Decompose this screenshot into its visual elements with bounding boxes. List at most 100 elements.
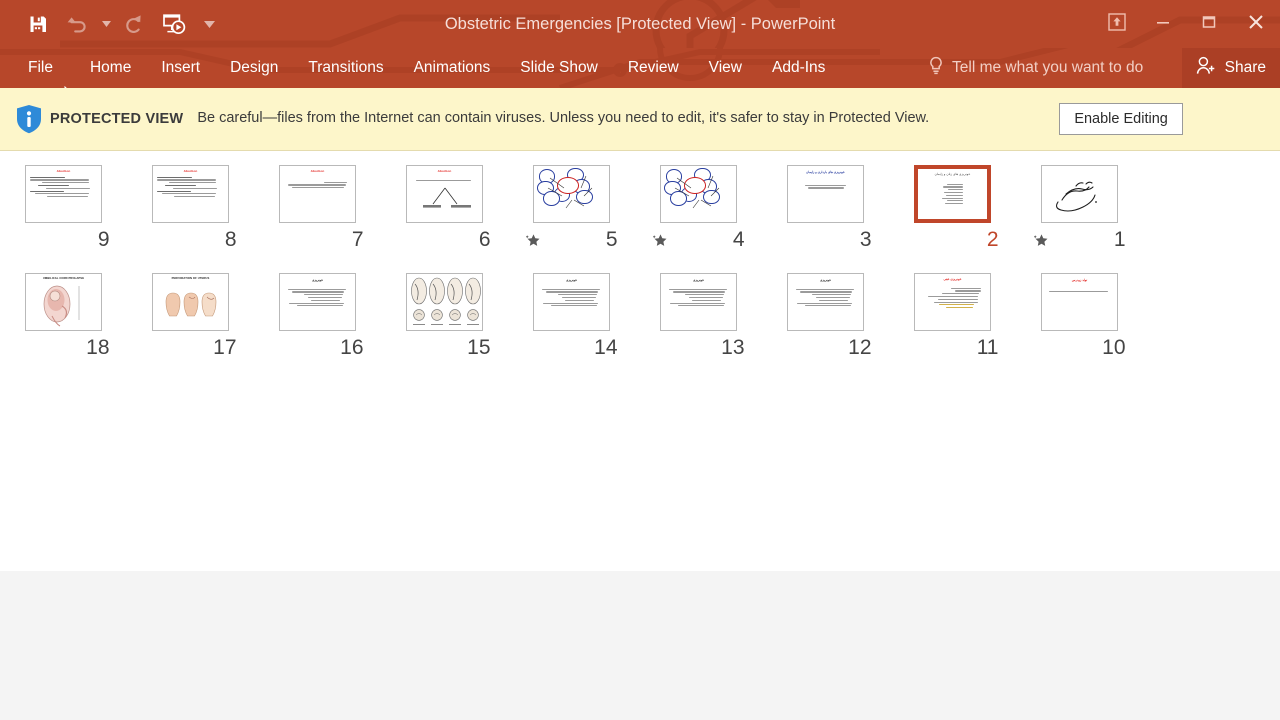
enable-editing-button[interactable]: Enable Editing [1059, 103, 1183, 135]
save-button[interactable] [18, 5, 58, 43]
slide-thumb-image-8[interactable]: Abortion [152, 165, 229, 223]
window-controls[interactable] [1094, 0, 1280, 44]
lightbulb-icon [928, 56, 944, 80]
slide-thumb-image-1[interactable] [1041, 165, 1118, 223]
share-button[interactable]: Share [1181, 48, 1280, 88]
tab-slide-show[interactable]: Slide Show [505, 48, 613, 88]
slide-number: 18 [86, 336, 110, 359]
slide-thumb-image-9[interactable]: Abortion [25, 165, 102, 223]
slide-thumb-image-13[interactable]: خونریزی [660, 273, 737, 331]
slide-number: 12 [848, 336, 872, 359]
slide-caption-11: 11 [905, 331, 1001, 365]
slide-thumbnail-3[interactable]: خونریزی های بارداری و زایمان 3 [762, 165, 889, 257]
slide-thumb-image-17[interactable]: PERFORATION OF UTERUS [152, 273, 229, 331]
redo-button[interactable] [114, 5, 154, 43]
slide-thumbnail-15[interactable]: 15 [381, 273, 508, 365]
slide-thumbnail-13[interactable]: خونریزی 13 [635, 273, 762, 365]
person-add-icon [1196, 56, 1216, 80]
undo-button[interactable] [58, 5, 98, 43]
slide-number: 4 [732, 228, 745, 251]
slide-thumbnail-2[interactable]: خونریزی های زنان و زایمان 2 [889, 165, 1016, 257]
protected-view-label: PROTECTED VIEW [50, 111, 184, 127]
slide-thumb-image-4[interactable] [660, 165, 737, 223]
slide-thumbnail-1[interactable]: 1 [1016, 165, 1143, 257]
slide-thumbnail-12[interactable]: خونریزی 12 [762, 273, 889, 365]
slide-thumbnail-8[interactable]: Abortion 8 [127, 165, 254, 257]
slide-number: 7 [351, 228, 364, 251]
slide-thumb-image-2[interactable]: خونریزی های زنان و زایمان [914, 165, 991, 223]
quick-access-toolbar[interactable] [0, 0, 224, 48]
slide-number: 15 [467, 336, 491, 359]
customize-qat-button[interactable] [194, 5, 224, 43]
close-button[interactable] [1232, 0, 1280, 44]
slide-thumb-image-11[interactable]: خونریزی خفی [914, 273, 991, 331]
start-slideshow-button[interactable] [154, 5, 194, 43]
slide-thumbnail-9[interactable]: Abortion 9 [0, 165, 127, 257]
slide-number: 10 [1102, 336, 1126, 359]
ribbon-display-options-button[interactable] [1094, 0, 1140, 44]
slide-thumb-image-16[interactable]: خونریزی [279, 273, 356, 331]
tab-view[interactable]: View [694, 48, 757, 88]
share-label: Share [1224, 59, 1266, 76]
slide-row: Abortion 9 Abortion 8 Abortion 7 Abortio… [0, 165, 1280, 273]
slide-thumb-image-12[interactable]: خونریزی [787, 273, 864, 331]
sorter-empty-area [0, 571, 1280, 696]
slide-thumb-image-18[interactable]: UMBILICAL CORD PROLAPSE [25, 273, 102, 331]
ribbon-tab-bar: File Home Insert Design Transitions Anim… [0, 48, 1280, 88]
tab-animations[interactable]: Animations [399, 48, 506, 88]
tab-home[interactable]: Home [75, 48, 146, 88]
slide-thumbnail-10[interactable]: تولد زودرس 10 [1016, 273, 1143, 365]
slide-caption-1: 1 [1032, 223, 1128, 257]
slide-number: 3 [859, 228, 872, 251]
slide-caption-16: 16 [270, 331, 366, 365]
tab-file[interactable]: File [0, 48, 75, 88]
slide-thumbnail-18[interactable]: UMBILICAL CORD PROLAPSE 18 [0, 273, 127, 365]
maximize-button[interactable] [1186, 0, 1232, 44]
tell-me-search[interactable]: Tell me what you want to do [928, 48, 1186, 88]
slide-thumbnail-16[interactable]: خونریزی 16 [254, 273, 381, 365]
slide-caption-8: 8 [143, 223, 239, 257]
slide-number: 5 [605, 228, 618, 251]
tab-add-ins[interactable]: Add-Ins [757, 48, 840, 88]
slide-thumbnail-14[interactable]: خونریزی 14 [508, 273, 635, 365]
slide-caption-12: 12 [778, 331, 874, 365]
slide-caption-18: 18 [16, 331, 112, 365]
slide-caption-3: 3 [778, 223, 874, 257]
slide-thumbnail-17[interactable]: PERFORATION OF UTERUS 17 [127, 273, 254, 365]
slide-caption-9: 9 [16, 223, 112, 257]
tell-me-placeholder: Tell me what you want to do [952, 59, 1144, 76]
tab-insert[interactable]: Insert [146, 48, 215, 88]
minimize-button[interactable] [1140, 0, 1186, 44]
slide-caption-2: 2 [905, 223, 1001, 257]
title-bar: Obstetric Emergencies [Protected View] -… [0, 0, 1280, 48]
tab-transitions[interactable]: Transitions [293, 48, 398, 88]
slide-number: 11 [976, 336, 999, 359]
slide-number: 1 [1113, 228, 1126, 251]
slide-caption-10: 10 [1032, 331, 1128, 365]
animation-star-icon [652, 233, 668, 248]
slide-thumbnail-7[interactable]: Abortion 7 [254, 165, 381, 257]
tab-review[interactable]: Review [613, 48, 694, 88]
slide-number: 6 [478, 228, 491, 251]
slide-thumb-image-7[interactable]: Abortion [279, 165, 356, 223]
slide-thumbnail-11[interactable]: خونریزی خفی 11 [889, 273, 1016, 365]
slide-thumb-image-3[interactable]: خونریزی های بارداری و زایمان [787, 165, 864, 223]
slide-thumbnail-4[interactable]: 4 [635, 165, 762, 257]
slide-caption-4: 4 [651, 223, 747, 257]
slide-caption-7: 7 [270, 223, 366, 257]
slide-thumb-image-5[interactable] [533, 165, 610, 223]
slide-number: 9 [97, 228, 110, 251]
slide-thumb-image-6[interactable]: Abortion [406, 165, 483, 223]
slide-grid: Abortion 9 Abortion 8 Abortion 7 Abortio… [0, 151, 1280, 381]
slide-thumb-image-14[interactable]: خونریزی [533, 273, 610, 331]
slide-thumbnail-6[interactable]: Abortion 6 [381, 165, 508, 257]
tab-design[interactable]: Design [215, 48, 293, 88]
slide-caption-17: 17 [143, 331, 239, 365]
slide-caption-14: 14 [524, 331, 620, 365]
slide-thumb-image-15[interactable] [406, 273, 483, 331]
slide-thumb-image-10[interactable]: تولد زودرس [1041, 273, 1118, 331]
slide-number: 17 [213, 336, 237, 359]
slide-sorter-pane: Abortion 9 Abortion 8 Abortion 7 Abortio… [0, 151, 1280, 696]
undo-dropdown-icon[interactable] [98, 5, 114, 43]
slide-thumbnail-5[interactable]: 5 [508, 165, 635, 257]
